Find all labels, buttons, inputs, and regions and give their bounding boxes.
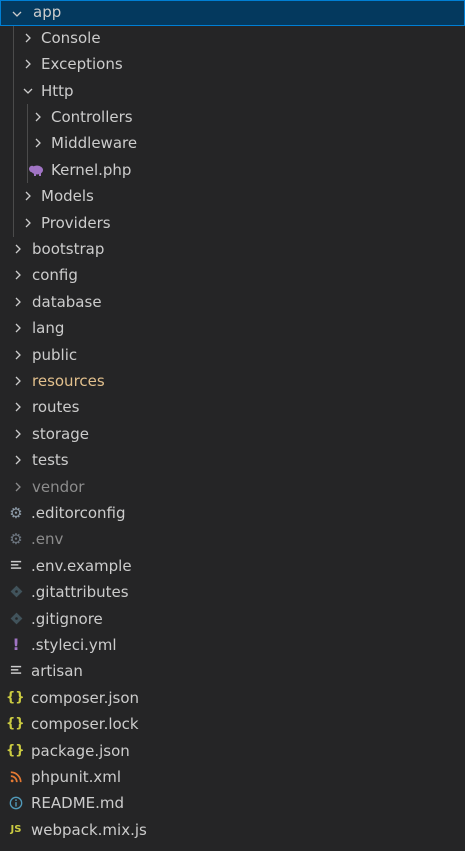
tree-item-label: .gitattributes bbox=[31, 583, 129, 601]
tree-item-artisan[interactable]: artisan bbox=[0, 658, 465, 684]
tree-item-label: app bbox=[33, 3, 62, 21]
git-icon bbox=[7, 582, 25, 602]
tree-item-composer-lock[interactable]: {} composer.lock bbox=[0, 711, 465, 737]
tree-item-label: package.json bbox=[31, 742, 130, 760]
tree-item-editorconfig[interactable]: ⚙ .editorconfig bbox=[0, 500, 465, 526]
tree-item-env[interactable]: ⚙ .env bbox=[0, 526, 465, 552]
js-icon: JS bbox=[10, 824, 22, 835]
tree-item-resources[interactable]: resources bbox=[0, 368, 465, 394]
file-explorer-tree: app Console Exceptions Http Controllers … bbox=[0, 0, 465, 851]
tree-item-readme-md[interactable]: README.md bbox=[0, 790, 465, 816]
chevron-down-icon bbox=[9, 1, 25, 27]
tree-item-label: Exceptions bbox=[41, 55, 123, 73]
tree-item-label: tests bbox=[32, 451, 69, 469]
tree-item-label: Controllers bbox=[51, 108, 133, 126]
tree-item-controllers[interactable]: Controllers bbox=[0, 104, 465, 130]
tree-item-providers[interactable]: Providers bbox=[0, 210, 465, 236]
tree-item-label: .editorconfig bbox=[31, 504, 126, 522]
gear-icon: ⚙ bbox=[9, 504, 23, 522]
tree-item-label: README.md bbox=[31, 794, 125, 812]
exclamation-icon: ! bbox=[12, 635, 20, 654]
chevron-right-icon bbox=[30, 130, 46, 156]
chevron-right-icon bbox=[20, 51, 36, 77]
tree-item-gitignore[interactable]: .gitignore bbox=[0, 606, 465, 632]
tree-item-label: .gitignore bbox=[31, 610, 103, 628]
tree-item-label: .env.example bbox=[31, 557, 132, 575]
info-icon bbox=[7, 793, 25, 813]
tree-item-app[interactable]: app bbox=[0, 0, 465, 27]
text-file-icon bbox=[7, 661, 25, 681]
tree-item-phpunit-xml[interactable]: phpunit.xml bbox=[0, 764, 465, 790]
tree-item-console[interactable]: Console bbox=[0, 25, 465, 51]
tree-item-label: Providers bbox=[41, 214, 111, 232]
tree-item-label: public bbox=[32, 346, 78, 364]
tree-item-label: Models bbox=[41, 187, 94, 205]
tree-item-storage[interactable]: storage bbox=[0, 421, 465, 447]
tree-item-label: .env bbox=[31, 530, 64, 548]
tree-item-label: artisan bbox=[31, 662, 83, 680]
chevron-right-icon bbox=[10, 368, 26, 394]
tree-item-styleci-yml[interactable]: ! .styleci.yml bbox=[0, 632, 465, 658]
tree-item-label: database bbox=[32, 293, 102, 311]
tree-item-env-example[interactable]: .env.example bbox=[0, 553, 465, 579]
tree-item-label: Http bbox=[41, 82, 74, 100]
tree-item-label: routes bbox=[32, 398, 80, 416]
git-icon bbox=[7, 609, 25, 629]
tree-item-composer-json[interactable]: {} composer.json bbox=[0, 685, 465, 711]
chevron-right-icon bbox=[20, 210, 36, 236]
tree-item-models[interactable]: Models bbox=[0, 183, 465, 209]
chevron-right-icon bbox=[10, 447, 26, 473]
tree-item-bootstrap[interactable]: bootstrap bbox=[0, 236, 465, 262]
chevron-right-icon bbox=[10, 394, 26, 420]
tree-item-kernel-php[interactable]: Kernel.php bbox=[0, 157, 465, 183]
tree-item-label: vendor bbox=[32, 478, 85, 496]
braces-icon: {} bbox=[6, 716, 25, 731]
chevron-right-icon bbox=[10, 342, 26, 368]
braces-icon: {} bbox=[6, 690, 25, 705]
chevron-right-icon bbox=[10, 474, 26, 500]
text-file-icon bbox=[7, 556, 25, 576]
tree-item-label: phpunit.xml bbox=[31, 768, 122, 786]
chevron-right-icon bbox=[30, 104, 46, 130]
chevron-right-icon bbox=[10, 262, 26, 288]
tree-item-label: composer.json bbox=[31, 689, 140, 707]
tree-item-lang[interactable]: lang bbox=[0, 315, 465, 341]
tree-item-config[interactable]: config bbox=[0, 262, 465, 288]
tree-item-http[interactable]: Http bbox=[0, 78, 465, 104]
tree-item-tests[interactable]: tests bbox=[0, 447, 465, 473]
tree-item-gitattributes[interactable]: .gitattributes bbox=[0, 579, 465, 605]
tree-item-label: config bbox=[32, 266, 78, 284]
tree-item-label: resources bbox=[32, 372, 105, 390]
chevron-right-icon bbox=[10, 315, 26, 341]
tree-item-label: Console bbox=[41, 29, 101, 47]
tree-item-database[interactable]: database bbox=[0, 289, 465, 315]
gear-icon: ⚙ bbox=[9, 530, 23, 548]
tree-item-webpack-mix-js[interactable]: JS webpack.mix.js bbox=[0, 817, 465, 843]
chevron-right-icon bbox=[10, 421, 26, 447]
tree-item-label: storage bbox=[32, 425, 89, 443]
tree-item-label: webpack.mix.js bbox=[31, 821, 147, 839]
chevron-right-icon bbox=[10, 289, 26, 315]
tree-item-vendor[interactable]: vendor bbox=[0, 474, 465, 500]
php-elephant-icon bbox=[27, 160, 45, 180]
tree-item-public[interactable]: public bbox=[0, 342, 465, 368]
rss-icon bbox=[7, 767, 25, 787]
tree-item-label: Kernel.php bbox=[51, 161, 132, 179]
chevron-right-icon bbox=[10, 236, 26, 262]
tree-item-exceptions[interactable]: Exceptions bbox=[0, 51, 465, 77]
tree-item-label: lang bbox=[32, 319, 65, 337]
tree-item-package-json[interactable]: {} package.json bbox=[0, 738, 465, 764]
braces-icon: {} bbox=[6, 743, 25, 758]
tree-item-label: bootstrap bbox=[32, 240, 105, 258]
chevron-right-icon bbox=[20, 183, 36, 209]
tree-item-label: composer.lock bbox=[31, 715, 139, 733]
chevron-down-icon bbox=[20, 78, 36, 104]
tree-item-label: Middleware bbox=[51, 134, 138, 152]
chevron-right-icon bbox=[20, 25, 36, 51]
tree-item-middleware[interactable]: Middleware bbox=[0, 130, 465, 156]
tree-item-label: .styleci.yml bbox=[31, 636, 117, 654]
tree-item-routes[interactable]: routes bbox=[0, 394, 465, 420]
